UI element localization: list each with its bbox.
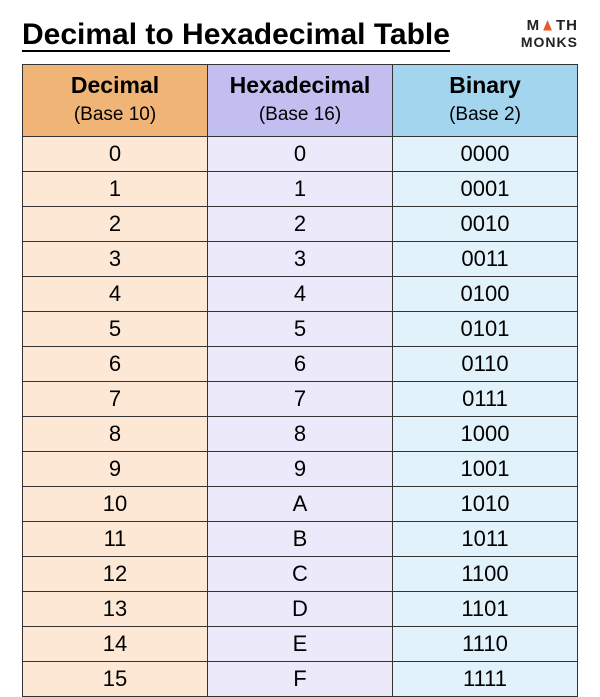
cell-hex: C bbox=[208, 556, 393, 591]
logo: M▲TH MONKS bbox=[521, 18, 578, 50]
cell-hex: 8 bbox=[208, 416, 393, 451]
cell-hex: E bbox=[208, 626, 393, 661]
cell-hex: D bbox=[208, 591, 393, 626]
cell-binary: 0110 bbox=[393, 346, 578, 381]
cell-hex: A bbox=[208, 486, 393, 521]
table-row: 110001 bbox=[23, 171, 578, 206]
cell-hex: 9 bbox=[208, 451, 393, 486]
cell-decimal: 4 bbox=[23, 276, 208, 311]
cell-binary: 1001 bbox=[393, 451, 578, 486]
table-row: 12C1100 bbox=[23, 556, 578, 591]
logo-text-m: M bbox=[527, 17, 541, 34]
column-header-decimal: Decimal (Base 10) bbox=[23, 65, 208, 137]
cell-decimal: 9 bbox=[23, 451, 208, 486]
cell-decimal: 5 bbox=[23, 311, 208, 346]
cell-binary: 0000 bbox=[393, 136, 578, 171]
cell-hex: 3 bbox=[208, 241, 393, 276]
cell-binary: 1000 bbox=[393, 416, 578, 451]
cell-binary: 1101 bbox=[393, 591, 578, 626]
table-header-row: Decimal (Base 10) Hexadecimal (Base 16) … bbox=[23, 65, 578, 137]
cell-binary: 1011 bbox=[393, 521, 578, 556]
col-base: (Base 10) bbox=[74, 104, 156, 125]
table-row: 15F1111 bbox=[23, 661, 578, 696]
table-row: 10A1010 bbox=[23, 486, 578, 521]
table-row: 000000 bbox=[23, 136, 578, 171]
col-name: Hexadecimal bbox=[230, 72, 371, 98]
table-row: 440100 bbox=[23, 276, 578, 311]
logo-line1: M▲TH bbox=[521, 18, 578, 35]
cell-binary: 1110 bbox=[393, 626, 578, 661]
cell-hex: 4 bbox=[208, 276, 393, 311]
cell-decimal: 2 bbox=[23, 206, 208, 241]
cell-decimal: 14 bbox=[23, 626, 208, 661]
cell-binary: 0101 bbox=[393, 311, 578, 346]
triangle-icon: ▲ bbox=[540, 16, 556, 36]
cell-hex: 2 bbox=[208, 206, 393, 241]
table-row: 220010 bbox=[23, 206, 578, 241]
cell-decimal: 13 bbox=[23, 591, 208, 626]
column-header-hex: Hexadecimal (Base 16) bbox=[208, 65, 393, 137]
table-row: 330011 bbox=[23, 241, 578, 276]
cell-decimal: 8 bbox=[23, 416, 208, 451]
col-base: (Base 2) bbox=[449, 104, 521, 125]
cell-decimal: 0 bbox=[23, 136, 208, 171]
col-base: (Base 16) bbox=[259, 104, 341, 125]
logo-line2: MONKS bbox=[521, 35, 578, 50]
cell-binary: 1010 bbox=[393, 486, 578, 521]
conversion-table: Decimal (Base 10) Hexadecimal (Base 16) … bbox=[22, 64, 578, 697]
cell-hex: 5 bbox=[208, 311, 393, 346]
col-name: Decimal bbox=[71, 72, 159, 98]
cell-hex: B bbox=[208, 521, 393, 556]
cell-binary: 0010 bbox=[393, 206, 578, 241]
cell-decimal: 1 bbox=[23, 171, 208, 206]
cell-binary: 1100 bbox=[393, 556, 578, 591]
cell-hex: 6 bbox=[208, 346, 393, 381]
header: Decimal to Hexadecimal Table M▲TH MONKS bbox=[22, 18, 578, 52]
cell-decimal: 6 bbox=[23, 346, 208, 381]
table-row: 991001 bbox=[23, 451, 578, 486]
cell-binary: 0100 bbox=[393, 276, 578, 311]
logo-text-th: TH bbox=[556, 17, 578, 34]
cell-decimal: 15 bbox=[23, 661, 208, 696]
cell-decimal: 7 bbox=[23, 381, 208, 416]
table-row: 770111 bbox=[23, 381, 578, 416]
cell-decimal: 3 bbox=[23, 241, 208, 276]
table-row: 13D1101 bbox=[23, 591, 578, 626]
cell-binary: 1111 bbox=[393, 661, 578, 696]
table-row: 550101 bbox=[23, 311, 578, 346]
table-row: 14E1110 bbox=[23, 626, 578, 661]
cell-decimal: 11 bbox=[23, 521, 208, 556]
cell-decimal: 10 bbox=[23, 486, 208, 521]
cell-hex: 1 bbox=[208, 171, 393, 206]
cell-hex: 7 bbox=[208, 381, 393, 416]
col-name: Binary bbox=[449, 72, 521, 98]
cell-binary: 0111 bbox=[393, 381, 578, 416]
table-row: 660110 bbox=[23, 346, 578, 381]
cell-binary: 0001 bbox=[393, 171, 578, 206]
column-header-binary: Binary (Base 2) bbox=[393, 65, 578, 137]
cell-decimal: 12 bbox=[23, 556, 208, 591]
cell-hex: 0 bbox=[208, 136, 393, 171]
table-row: 881000 bbox=[23, 416, 578, 451]
cell-hex: F bbox=[208, 661, 393, 696]
page-title: Decimal to Hexadecimal Table bbox=[22, 18, 450, 52]
table-row: 11B1011 bbox=[23, 521, 578, 556]
table-body: 0000001100012200103300114401005501016601… bbox=[23, 136, 578, 696]
cell-binary: 0011 bbox=[393, 241, 578, 276]
